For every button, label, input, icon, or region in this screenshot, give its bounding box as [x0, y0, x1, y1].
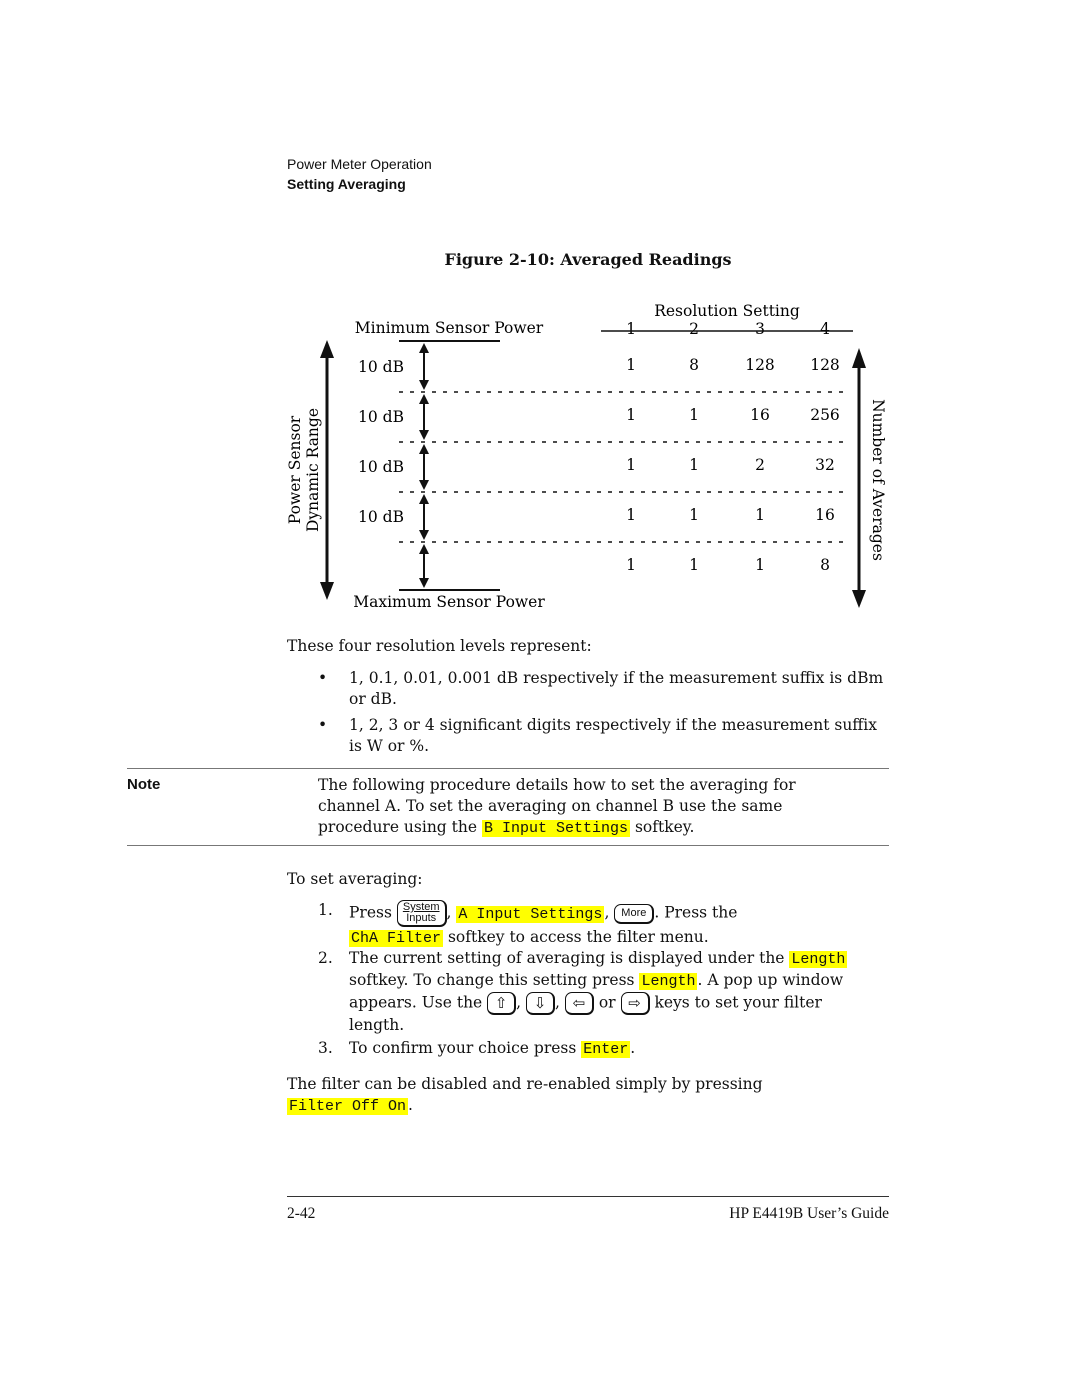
- closing-text: The filter can be disabled and re-enable…: [287, 1075, 763, 1115]
- averages-cell: 8: [689, 356, 699, 374]
- bullet-icon: •: [318, 669, 328, 687]
- averages-cell: 1: [689, 556, 699, 574]
- averages-cell: 256: [810, 406, 840, 424]
- note-label: Note: [127, 776, 161, 793]
- averages-cell: 16: [815, 506, 835, 524]
- arrow-up-icon: [419, 544, 429, 554]
- figure-title: Figure 2-10: Averaged Readings: [444, 250, 732, 269]
- arrow-up-icon: [419, 343, 429, 353]
- page-number: 2-42: [287, 1205, 316, 1222]
- averages-cell: 1: [626, 556, 636, 574]
- averages-cell: 1: [626, 406, 636, 424]
- averages-cell: 1: [626, 456, 636, 474]
- softkey-filter-off-on[interactable]: Filter Off On: [287, 1098, 409, 1115]
- min-sensor-power-label: Minimum Sensor Power: [355, 319, 544, 337]
- right-arrow-key[interactable]: ⇨: [620, 992, 650, 1015]
- band-label: 10 dB: [358, 408, 404, 426]
- guide-title: HP E4419B User’s Guide: [729, 1205, 889, 1222]
- intro-text: These four resolution levels represent:: [287, 637, 592, 655]
- arrow-down-icon: [419, 430, 429, 440]
- averages-cell: 1: [689, 406, 699, 424]
- arrow-up-icon: [852, 348, 866, 368]
- running-header-section: Power Meter Operation: [287, 156, 432, 172]
- softkey-length[interactable]: Length: [789, 951, 848, 968]
- column-number: 1: [626, 320, 636, 338]
- arrow-down-icon: [419, 530, 429, 540]
- averages-cell: 32: [815, 456, 835, 474]
- averages-cell: 128: [810, 356, 840, 374]
- footer-rule: [287, 1196, 889, 1197]
- averages-cell: 8: [820, 556, 830, 574]
- averaged-readings-diagram: Resolution Setting 1 2 3 4 Minimum Sensor P…: [286, 302, 887, 611]
- arrow-down-icon: [320, 582, 334, 600]
- arrow-up-icon: [320, 340, 334, 358]
- softkey-length[interactable]: Length: [639, 973, 698, 990]
- softkey-enter[interactable]: Enter: [581, 1041, 631, 1058]
- softkey-b-input-settings[interactable]: B Input Settings: [481, 820, 631, 837]
- averages-cell: 1: [755, 556, 765, 574]
- arrow-up-icon: [419, 494, 429, 504]
- arrow-up-icon: [419, 394, 429, 404]
- averages-cell: 128: [745, 356, 775, 374]
- left-axis-label-line2: Dynamic Range: [304, 408, 322, 532]
- procedure-lead: To set averaging:: [287, 870, 423, 888]
- band-label: 10 dB: [358, 508, 404, 526]
- more-key[interactable]: More: [614, 903, 655, 924]
- system-inputs-key[interactable]: System Inputs: [396, 900, 447, 927]
- arrow-down-icon: [419, 578, 429, 588]
- arrow-down-icon: [419, 480, 429, 490]
- running-header-subsection: Setting Averaging: [287, 176, 406, 192]
- up-arrow-key[interactable]: ⇧: [487, 992, 517, 1015]
- averages-cell: 1: [689, 456, 699, 474]
- softkey-cha-filter[interactable]: ChA Filter: [349, 930, 444, 947]
- averages-cell: 16: [750, 406, 770, 424]
- averages-cell: 1: [626, 506, 636, 524]
- down-arrow-key[interactable]: ⇩: [526, 992, 556, 1015]
- column-number: 3: [755, 320, 765, 338]
- column-number: 4: [820, 320, 830, 338]
- averages-cell: 1: [755, 506, 765, 524]
- note-bottom-rule: [127, 845, 889, 846]
- max-sensor-power-label: Maximum Sensor Power: [353, 593, 545, 611]
- averages-cell: 2: [755, 456, 765, 474]
- averages-cell: 1: [689, 506, 699, 524]
- softkey-a-input-settings[interactable]: A Input Settings: [456, 905, 605, 923]
- averages-cell: 1: [626, 356, 636, 374]
- bullet-icon: •: [318, 716, 328, 734]
- left-arrow-key[interactable]: ⇦: [564, 992, 594, 1015]
- right-axis-label: Number of Averages: [869, 399, 887, 561]
- column-header: Resolution Setting: [654, 302, 800, 320]
- arrow-down-icon: [852, 590, 866, 608]
- column-number: 2: [689, 320, 699, 338]
- arrow-up-icon: [419, 444, 429, 454]
- left-axis-label-line1: Power Sensor: [286, 415, 304, 524]
- arrow-down-icon: [419, 380, 429, 390]
- note-top-rule: [127, 768, 889, 769]
- band-label: 10 dB: [358, 458, 404, 476]
- band-label: 10 dB: [358, 358, 404, 376]
- note-text: The following procedure details how to s…: [318, 776, 796, 837]
